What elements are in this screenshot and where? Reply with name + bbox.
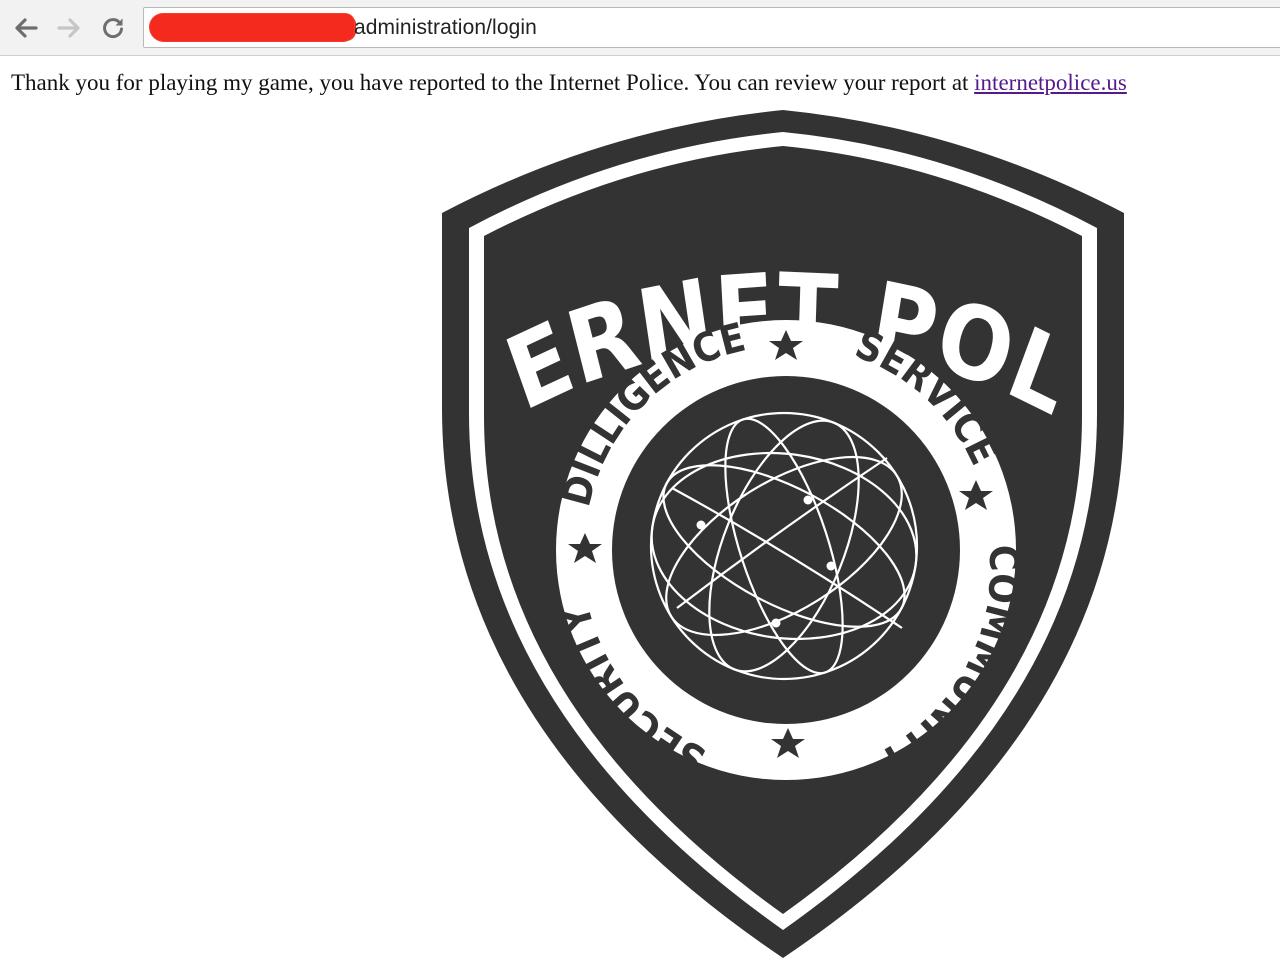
internet-police-badge: INTERNET POLICE DILLIGENCE SERVICE COMMU… bbox=[442, 108, 1124, 960]
arrow-left-icon bbox=[15, 18, 38, 38]
forward-button[interactable] bbox=[51, 10, 87, 46]
report-link[interactable]: internetpolice.us bbox=[974, 70, 1127, 95]
url-text: administration/login bbox=[354, 16, 537, 39]
url-redaction-mark bbox=[150, 14, 354, 41]
page-message: Thank you for playing my game, you have … bbox=[11, 68, 1276, 98]
arrow-right-icon bbox=[57, 18, 80, 38]
browser-toolbar: administration/login bbox=[0, 0, 1280, 56]
address-bar[interactable]: administration/login bbox=[143, 7, 1280, 48]
message-text: Thank you for playing my game, you have … bbox=[11, 70, 975, 95]
reload-button[interactable] bbox=[95, 10, 131, 46]
reload-icon bbox=[103, 18, 123, 39]
back-button[interactable] bbox=[8, 10, 44, 46]
